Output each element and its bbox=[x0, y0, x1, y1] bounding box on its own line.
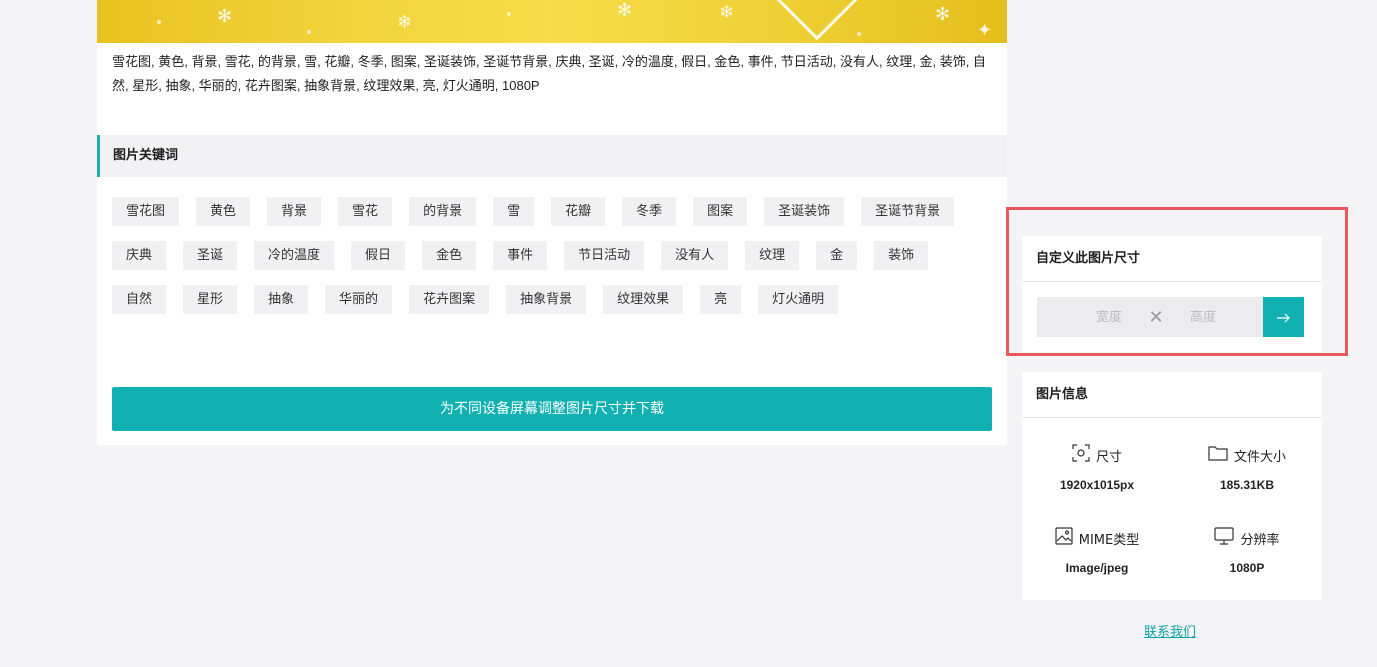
submit-size-button[interactable] bbox=[1263, 297, 1304, 337]
image-info-card: 图片信息 尺寸 1920x1015px 文件大小 185.31KB MIME类型… bbox=[1022, 372, 1322, 600]
custom-size-card: 自定义此图片尺寸 ✕ bbox=[1022, 236, 1322, 352]
keyword-tag[interactable]: 背景 bbox=[267, 197, 322, 226]
keyword-tag[interactable]: 花瓣 bbox=[551, 197, 606, 226]
keyword-tag[interactable]: 纹理效果 bbox=[603, 285, 684, 314]
keyword-tag[interactable]: 圣诞节背景 bbox=[861, 197, 955, 226]
keyword-tag[interactable]: 亮 bbox=[700, 285, 742, 314]
keyword-tag[interactable]: 花卉图案 bbox=[409, 285, 490, 314]
keyword-tag[interactable]: 没有人 bbox=[661, 241, 729, 270]
keyword-tag[interactable]: 庆典 bbox=[112, 241, 167, 270]
keyword-tag-list: 雪花图 黄色 背景 雪花 的背景雪花瓣 冬季 图案 圣诞装饰 圣诞节背景庆典 圣诞 冷的温度 假日 金色… bbox=[112, 197, 992, 314]
keyword-tag[interactable]: 雪 bbox=[493, 197, 535, 226]
width-input[interactable] bbox=[1079, 309, 1139, 325]
size-label: 尺寸 bbox=[1095, 449, 1122, 465]
keyword-tag[interactable]: 装饰 bbox=[874, 241, 929, 270]
keyword-tag[interactable]: 事件 bbox=[493, 241, 548, 270]
filesize-label: 文件大小 bbox=[1233, 449, 1286, 465]
keyword-tag[interactable]: 假日 bbox=[351, 241, 406, 270]
image-detail-card: ✻ ❄ ✻ ❄ ✻ ✦ 雪花图, 黄色, 背景, 雪花, 的背景, 雪, 花瓣,… bbox=[97, 0, 1007, 445]
filesize-value: 185.31KB bbox=[1219, 478, 1275, 492]
keyword-tag[interactable]: 圣诞 bbox=[183, 241, 238, 270]
resolution-value: 1080P bbox=[1229, 561, 1265, 575]
image-info-title: 图片信息 bbox=[1022, 372, 1322, 418]
info-filesize: 文件大小 185.31KB bbox=[1172, 444, 1322, 492]
mime-value: Image/jpeg bbox=[1065, 561, 1129, 575]
info-size: 尺寸 1920x1015px bbox=[1022, 444, 1172, 492]
keyword-tag[interactable]: 华丽的 bbox=[325, 285, 393, 314]
custom-size-title: 自定义此图片尺寸 bbox=[1022, 236, 1322, 282]
resolution-label: 分辨率 bbox=[1240, 532, 1280, 548]
image-description: 雪花图, 黄色, 背景, 雪花, 的背景, 雪, 花瓣, 冬季, 图案, 圣诞装… bbox=[112, 54, 986, 93]
keywords-header: 图片关键词 bbox=[97, 135, 1007, 177]
hero-image: ✻ ❄ ✻ ❄ ✻ ✦ bbox=[97, 0, 1007, 43]
keyword-tag[interactable]: 雪花 bbox=[338, 197, 393, 226]
info-resolution: 分辨率 1080P bbox=[1172, 527, 1322, 575]
keyword-tag[interactable]: 图案 bbox=[693, 197, 748, 226]
keyword-tag[interactable]: 雪花图 bbox=[112, 197, 180, 226]
keyword-tag[interactable]: 纹理 bbox=[745, 241, 800, 270]
keyword-tag[interactable]: 金 bbox=[816, 241, 858, 270]
keyword-tag[interactable]: 的背景 bbox=[409, 197, 477, 226]
monitor-icon bbox=[1214, 527, 1235, 549]
size-value: 1920x1015px bbox=[1059, 478, 1135, 492]
keyword-tag[interactable]: 抽象 bbox=[254, 285, 309, 314]
image-icon bbox=[1055, 527, 1073, 549]
mime-label: MIME类型 bbox=[1078, 532, 1140, 548]
keyword-tag[interactable]: 抽象背景 bbox=[506, 285, 587, 314]
keyword-tag[interactable]: 自然 bbox=[112, 285, 167, 314]
keyword-tag[interactable]: 黄色 bbox=[196, 197, 251, 226]
frame-icon bbox=[1072, 444, 1090, 466]
size-form: ✕ bbox=[1037, 297, 1304, 337]
folder-icon bbox=[1208, 445, 1228, 465]
image-info-grid: 尺寸 1920x1015px 文件大小 185.31KB MIME类型 Imag… bbox=[1022, 418, 1322, 600]
times-icon: ✕ bbox=[1148, 306, 1164, 328]
height-input[interactable] bbox=[1173, 309, 1233, 325]
contact-us-link[interactable]: 联系我们 bbox=[1144, 621, 1196, 640]
keyword-tag[interactable]: 圣诞装饰 bbox=[764, 197, 845, 226]
keyword-tag[interactable]: 冷的温度 bbox=[254, 241, 335, 270]
arrow-right-icon bbox=[1276, 308, 1291, 327]
keyword-tag[interactable]: 金色 bbox=[422, 241, 477, 270]
size-input-group: ✕ bbox=[1037, 297, 1263, 337]
resize-download-button[interactable]: 为不同设备屏幕调整图片尺寸并下载 bbox=[112, 387, 992, 431]
keyword-tag[interactable]: 星形 bbox=[183, 285, 238, 314]
keyword-tag[interactable]: 节日活动 bbox=[564, 241, 645, 270]
info-mime: MIME类型 Image/jpeg bbox=[1022, 527, 1172, 575]
keyword-tag[interactable]: 冬季 bbox=[622, 197, 677, 226]
keyword-tag[interactable]: 灯火通明 bbox=[758, 285, 839, 314]
